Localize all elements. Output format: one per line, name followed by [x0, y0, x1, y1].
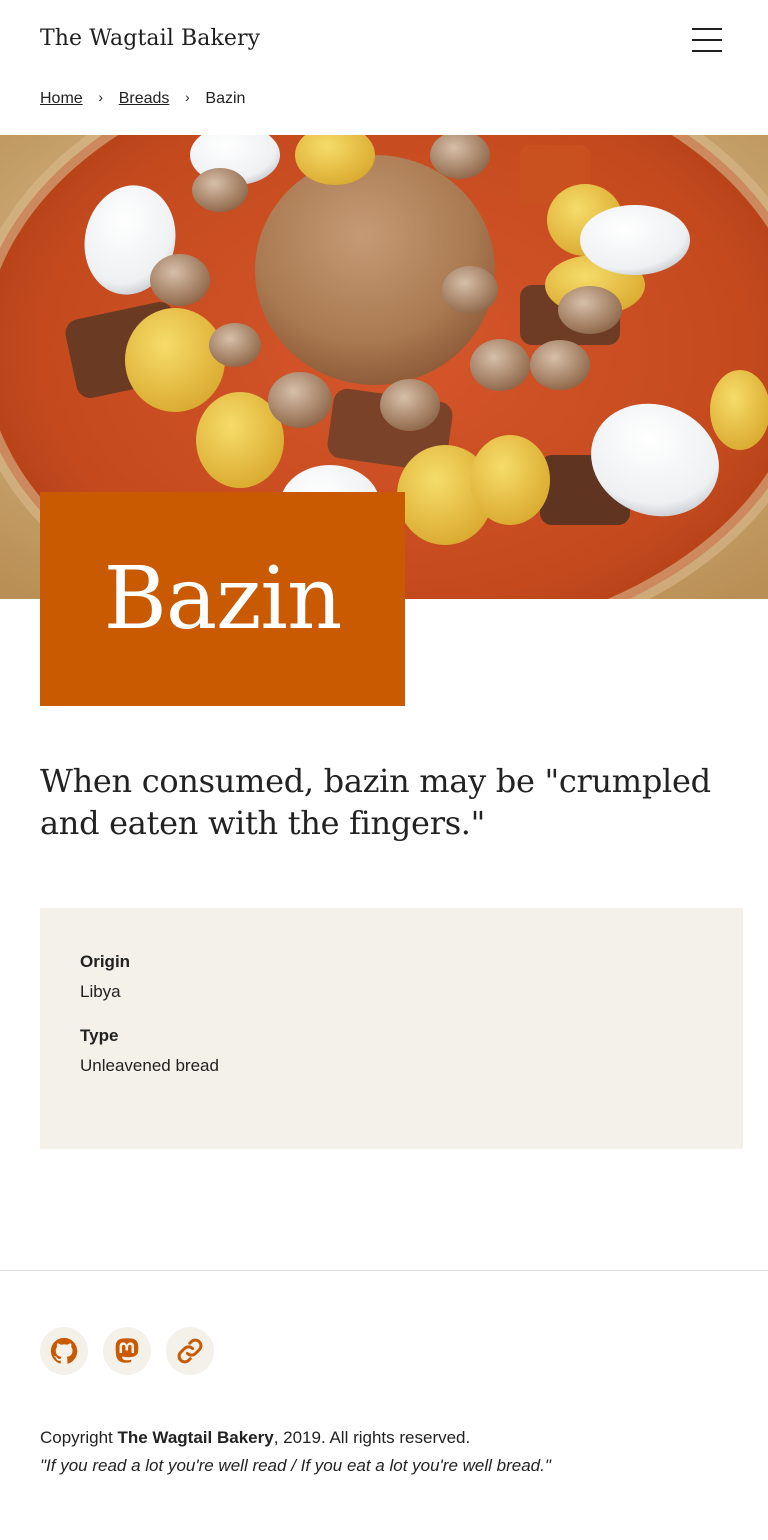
chevron-right-icon: ›	[98, 89, 104, 105]
page-title: Bazin	[103, 549, 343, 649]
fact-origin: Origin Libya	[80, 952, 703, 1002]
copyright-suffix: , 2019. All rights reserved.	[273, 1428, 471, 1447]
page-title-box: Bazin	[40, 492, 405, 706]
breadcrumb: Home › Breads › Bazin	[40, 89, 246, 108]
github-link[interactable]	[40, 1327, 88, 1375]
fact-value: Unleavened bread	[80, 1056, 219, 1075]
fact-type: Type Unleavened bread	[80, 1026, 703, 1076]
intro-text: When consumed, bazin may be "crumpled an…	[40, 762, 711, 842]
fact-value: Libya	[80, 982, 121, 1001]
facts-panel: Origin Libya Type Unleavened bread	[40, 908, 743, 1149]
hamburger-menu-icon[interactable]	[688, 26, 726, 54]
site-title-link[interactable]: The Wagtail Bakery	[40, 26, 260, 51]
mastodon-icon	[115, 1338, 139, 1363]
footer-tagline: "If you read a lot you're well read / If…	[40, 1456, 551, 1475]
copyright-prefix: Copyright	[40, 1428, 118, 1447]
copyright-name: The Wagtail Bakery	[117, 1428, 274, 1447]
footer-divider	[0, 1270, 768, 1271]
github-icon	[50, 1337, 78, 1364]
copyright-text: Copyright The Wagtail Bakery, 2019. All …	[40, 1428, 470, 1448]
chevron-right-icon: ›	[185, 89, 190, 105]
social-links	[40, 1327, 214, 1375]
link-icon	[177, 1338, 203, 1364]
fact-label: Origin	[80, 952, 131, 971]
breadcrumb-current: Bazin	[205, 90, 246, 107]
fact-label: Type	[80, 1026, 119, 1045]
breadcrumb-home-link[interactable]: Home	[40, 90, 83, 108]
breadcrumb-breads-link[interactable]: Breads	[119, 90, 170, 108]
website-link[interactable]	[166, 1327, 214, 1375]
mastodon-link[interactable]	[103, 1327, 151, 1375]
site-header: The Wagtail Bakery	[0, 0, 768, 82]
